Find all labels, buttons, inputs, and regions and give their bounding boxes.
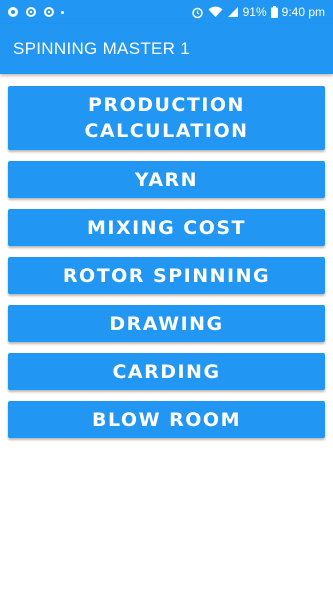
production-label-line2: CALCULATION — [84, 120, 249, 142]
battery-percent: 91% — [242, 5, 267, 19]
carding-label: CARDING — [112, 360, 221, 383]
wifi-icon — [208, 6, 223, 18]
mixing-cost-button[interactable]: MIXING COST — [8, 209, 325, 246]
production-calculation-label: PRODUCTION CALCULATION — [84, 92, 248, 144]
alarm-icon — [191, 6, 204, 19]
app-title: SPINNING MASTER 1 — [13, 39, 191, 58]
notification-dot-icon — [61, 10, 64, 14]
app-bar: SPINNING MASTER 1 — [0, 24, 333, 74]
mixing-cost-label: MIXING COST — [86, 216, 247, 239]
rotor-spinning-label: ROTOR SPINNING — [62, 264, 271, 287]
notification-icon — [7, 6, 19, 18]
carding-button[interactable]: CARDING — [8, 353, 325, 390]
clock: 9:40 pm — [281, 5, 325, 19]
main-menu: PRODUCTION CALCULATION YARN MIXING COST … — [8, 86, 325, 449]
battery-icon — [270, 6, 278, 18]
rotor-spinning-button[interactable]: ROTOR SPINNING — [8, 257, 325, 294]
signal-icon — [227, 6, 239, 18]
blow-room-button[interactable]: BLOW ROOM — [8, 401, 325, 438]
status-bar: 91% 9:40 pm — [0, 0, 333, 24]
status-right-icons: 91% 9:40 pm — [191, 4, 325, 20]
settings-icon-2 — [43, 6, 55, 18]
blow-room-label: BLOW ROOM — [92, 408, 241, 431]
production-label-line1: PRODUCTION — [88, 94, 245, 116]
settings-icon — [25, 6, 37, 18]
drawing-label: DRAWING — [109, 312, 224, 335]
yarn-button[interactable]: YARN — [8, 161, 325, 198]
production-calculation-button[interactable]: PRODUCTION CALCULATION — [8, 86, 325, 150]
yarn-label: YARN — [134, 168, 199, 191]
status-left-icons — [7, 5, 64, 19]
drawing-button[interactable]: DRAWING — [8, 305, 325, 342]
